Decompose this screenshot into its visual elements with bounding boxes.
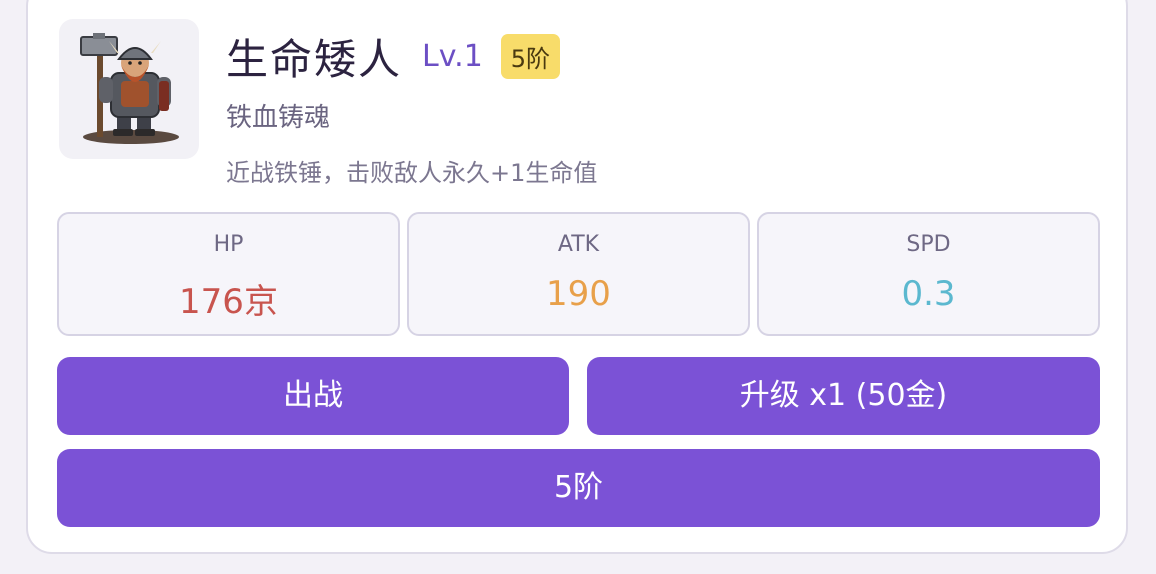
- hero-title-row: 生命矮人 Lv.1 5阶: [226, 26, 561, 87]
- stat-label: ATK: [557, 232, 600, 257]
- stat-value: 176京: [179, 282, 278, 322]
- hero-level: Lv.1: [422, 39, 483, 74]
- stat-label: HP: [213, 232, 244, 257]
- stat-spd: SPD 0.3: [757, 212, 1100, 336]
- hero-subtitle: 铁血铸魂: [226, 103, 331, 133]
- deploy-button-label: 出战: [283, 378, 343, 413]
- stat-hp: HP 176京: [57, 212, 400, 336]
- tier-badge: 5阶: [500, 34, 561, 79]
- hero-portrait: [59, 19, 199, 159]
- tier-button-label: 5阶: [553, 470, 604, 505]
- stat-value: 190: [546, 274, 611, 314]
- hero-description: 近战铁锤，击败敌人永久+1生命值: [226, 159, 598, 187]
- stat-value: 0.3: [901, 274, 956, 314]
- tier-button[interactable]: 5阶: [57, 449, 1100, 527]
- upgrade-button-label: 升级 x1 (50金): [739, 378, 948, 413]
- stat-label: SPD: [906, 232, 951, 257]
- stats-row: HP 176京 ATK 190 SPD 0.3: [57, 212, 1100, 336]
- stat-atk: ATK 190: [407, 212, 750, 336]
- upgrade-button[interactable]: 升级 x1 (50金): [587, 357, 1100, 435]
- deploy-button[interactable]: 出战: [57, 357, 569, 435]
- dwarf-warrior-icon: [80, 33, 179, 144]
- hero-name: 生命矮人: [226, 35, 403, 84]
- hero-card: 生命矮人 Lv.1 5阶 铁血铸魂 近战铁锤，击败敌人永久+1生命值 HP 17…: [26, 0, 1128, 554]
